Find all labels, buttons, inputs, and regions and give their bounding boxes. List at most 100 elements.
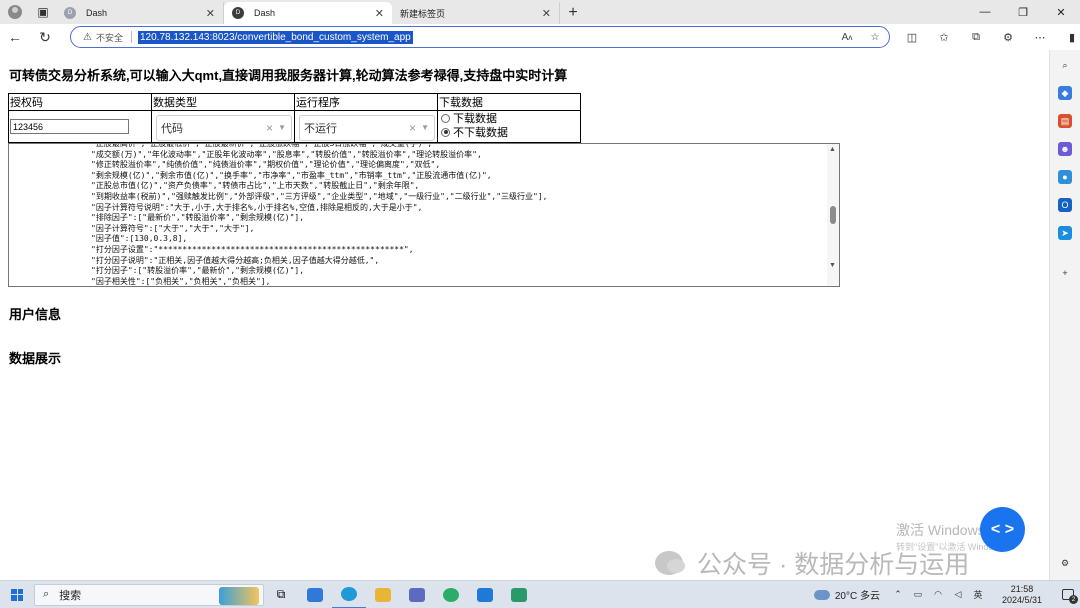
extensions-icon[interactable]: ⚙	[992, 24, 1024, 50]
config-line: "因子计算符号说明":"大于,小于,大于排名%,小于排名%,空值,排除是相反的,…	[91, 202, 423, 212]
caret-down-icon[interactable]: ▼	[421, 123, 429, 132]
insecure-label[interactable]: 不安全	[96, 31, 123, 44]
close-window-icon[interactable]: ✕	[1042, 0, 1080, 24]
angle-brackets-icon: < >	[990, 520, 1015, 538]
tab-title: Dash	[254, 8, 276, 18]
run-dropdown[interactable]: 不运行 × ▼	[299, 115, 435, 141]
wechat-watermark: 公众号 · 数据分析与运用	[655, 545, 969, 581]
gear-icon[interactable]: ⚙	[1058, 556, 1072, 570]
clear-icon[interactable]: ×	[409, 121, 416, 135]
browser-toolbar-right: ◫ ✩ ⧉ ⚙ ⋯ ▮	[896, 24, 1080, 50]
add-icon[interactable]: +	[1058, 266, 1072, 280]
store-icon	[409, 587, 425, 602]
edge-app[interactable]	[332, 581, 366, 608]
cloud-icon	[813, 589, 830, 600]
browser-tab-1[interactable]: D Dash ✕	[56, 2, 224, 24]
clock[interactable]: 21:58 2024/5/31	[988, 584, 1056, 606]
radio-button[interactable]	[441, 113, 450, 123]
tab-close-icon[interactable]: ✕	[375, 7, 384, 20]
edge-icon	[341, 586, 357, 601]
caret-down-icon[interactable]: ▼	[278, 123, 286, 132]
config-line: "因子相关性":["负相关","负相关","负相关"],	[91, 276, 271, 286]
code-nav-button[interactable]: < >	[980, 507, 1025, 552]
dash-favicon-icon: D	[232, 7, 244, 19]
send-icon[interactable]: ➤	[1058, 226, 1072, 240]
config-line: "打分因子说明":"正相关,因子值越大得分越高;负相关,因子值越大得分越低,",	[91, 255, 380, 265]
strategy-config-textarea[interactable]: "正股最高价","正股最低价","正股最新价","正股涨跌幅","正股5日涨跌幅…	[8, 143, 840, 287]
back-button[interactable]: ←	[0, 24, 30, 50]
tab-close-icon[interactable]: ✕	[542, 7, 551, 20]
minimize-icon[interactable]: —	[966, 0, 1004, 24]
datatype-cell: 代码 × ▼	[151, 110, 295, 143]
config-line: "剩余规模(亿)","剩余市值(亿)","换手率","市净率","市盈率_ttm…	[91, 170, 492, 180]
read-aloud-icon[interactable]: Aʌ	[833, 32, 861, 43]
mail-app[interactable]	[298, 581, 332, 608]
terminal-icon	[511, 587, 527, 602]
people-icon[interactable]: ☻	[1058, 142, 1072, 156]
office-icon[interactable]: ●	[1058, 170, 1072, 184]
battery-icon[interactable]: ▭	[908, 589, 928, 600]
scroll-down-icon[interactable]: ▼	[829, 262, 836, 269]
tab-actions-button[interactable]: ▣	[30, 0, 56, 24]
store-app[interactable]	[400, 581, 434, 608]
more-menu-icon[interactable]: ⋯	[1024, 24, 1056, 50]
new-tab-button[interactable]: +	[560, 2, 586, 24]
auth-code-input[interactable]	[10, 119, 129, 134]
taskbar-search[interactable]: ⌕ 搜索	[34, 583, 264, 606]
split-screen-icon[interactable]: ◫	[896, 24, 928, 50]
vscode-icon	[477, 587, 493, 602]
textarea-scrollbar[interactable]: ▲ ▼	[827, 144, 839, 286]
url-text[interactable]: 120.78.132.143:8023/convertible_bond_cus…	[137, 30, 413, 44]
toolbox-icon[interactable]: ▤	[1058, 114, 1072, 128]
radio-label: 不下载数据	[453, 127, 508, 139]
favorites-icon[interactable]: ✩	[928, 24, 960, 50]
tab-close-icon[interactable]: ✕	[206, 7, 215, 20]
config-line: "修正转股溢价率","纯债价值","纯债溢价率","期权价值","理论价值","…	[91, 160, 441, 170]
radio-button-selected[interactable]	[441, 127, 450, 137]
divider	[130, 31, 132, 43]
volume-icon[interactable]: ◁	[948, 589, 968, 600]
radio-download[interactable]: 下载数据	[438, 111, 580, 125]
network-icon[interactable]: ◠	[928, 589, 948, 600]
config-line: "因子值":[130,0.3,8],	[91, 234, 188, 244]
radio-no-download[interactable]: 不下载数据	[438, 125, 580, 139]
outlook-icon[interactable]: O	[1058, 198, 1072, 212]
run-cell: 不运行 × ▼	[294, 110, 438, 143]
address-bar[interactable]: ⚠ 不安全 120.78.132.143:8023/convertible_bo…	[70, 26, 890, 48]
scroll-up-icon[interactable]: ▲	[829, 146, 836, 153]
datatype-dropdown[interactable]: 代码 × ▼	[156, 115, 292, 141]
mail-icon	[307, 587, 323, 602]
profile-icon	[8, 5, 22, 19]
weather-widget[interactable]: 20°C 多云	[813, 587, 880, 602]
run-selected: 不运行	[304, 123, 337, 135]
refresh-button[interactable]: ↻	[30, 24, 60, 50]
warning-icon[interactable]: ⚠	[83, 32, 92, 43]
windows-taskbar: ⌕ 搜索 ⧉ 20°C 多云 ⌃ ▭ ◠ ◁ 英 21:58 2024/5/31…	[0, 580, 1080, 608]
scroll-thumb[interactable]	[830, 206, 836, 224]
clock-date: 2024/5/31	[1001, 594, 1043, 605]
sidebar-toggle-icon[interactable]: ▮	[1056, 24, 1080, 50]
file-explorer-app[interactable]	[366, 581, 400, 608]
wechat-app[interactable]	[434, 581, 468, 608]
system-tray: 20°C 多云 ⌃ ▭ ◠ ◁ 英 21:58 2024/5/31 2	[813, 581, 1080, 608]
refresh-icon: ↻	[39, 28, 51, 45]
vscode-app[interactable]	[468, 581, 502, 608]
plus-icon: +	[568, 4, 578, 21]
collections-icon[interactable]: ⧉	[960, 24, 992, 50]
browser-tab-3[interactable]: 新建标签页 ✕	[392, 2, 560, 64]
ime-indicator[interactable]: 英	[968, 588, 988, 601]
profile-avatar[interactable]	[0, 0, 30, 24]
notification-button[interactable]: 2	[1056, 589, 1080, 604]
tag-icon[interactable]: ◆	[1058, 86, 1072, 100]
config-text: "正股最高价","正股最低价","正股最新价","正股涨跌幅","正股5日涨跌幅…	[91, 144, 831, 286]
browser-tab-2[interactable]: D Dash ✕	[224, 2, 392, 24]
search-icon[interactable]: ⌕	[1058, 58, 1072, 72]
start-button[interactable]	[0, 581, 34, 608]
task-view-button[interactable]: ⧉	[264, 581, 298, 608]
favorite-star-icon[interactable]: ☆	[861, 32, 889, 43]
restore-icon[interactable]: ❐	[1004, 0, 1042, 24]
chevron-up-icon[interactable]: ⌃	[888, 589, 908, 600]
terminal-app[interactable]	[502, 581, 536, 608]
clear-icon[interactable]: ×	[266, 121, 273, 135]
edge-sidebar: ⌕ ◆ ▤ ☻ ● O ➤ + ⚙	[1049, 50, 1080, 580]
